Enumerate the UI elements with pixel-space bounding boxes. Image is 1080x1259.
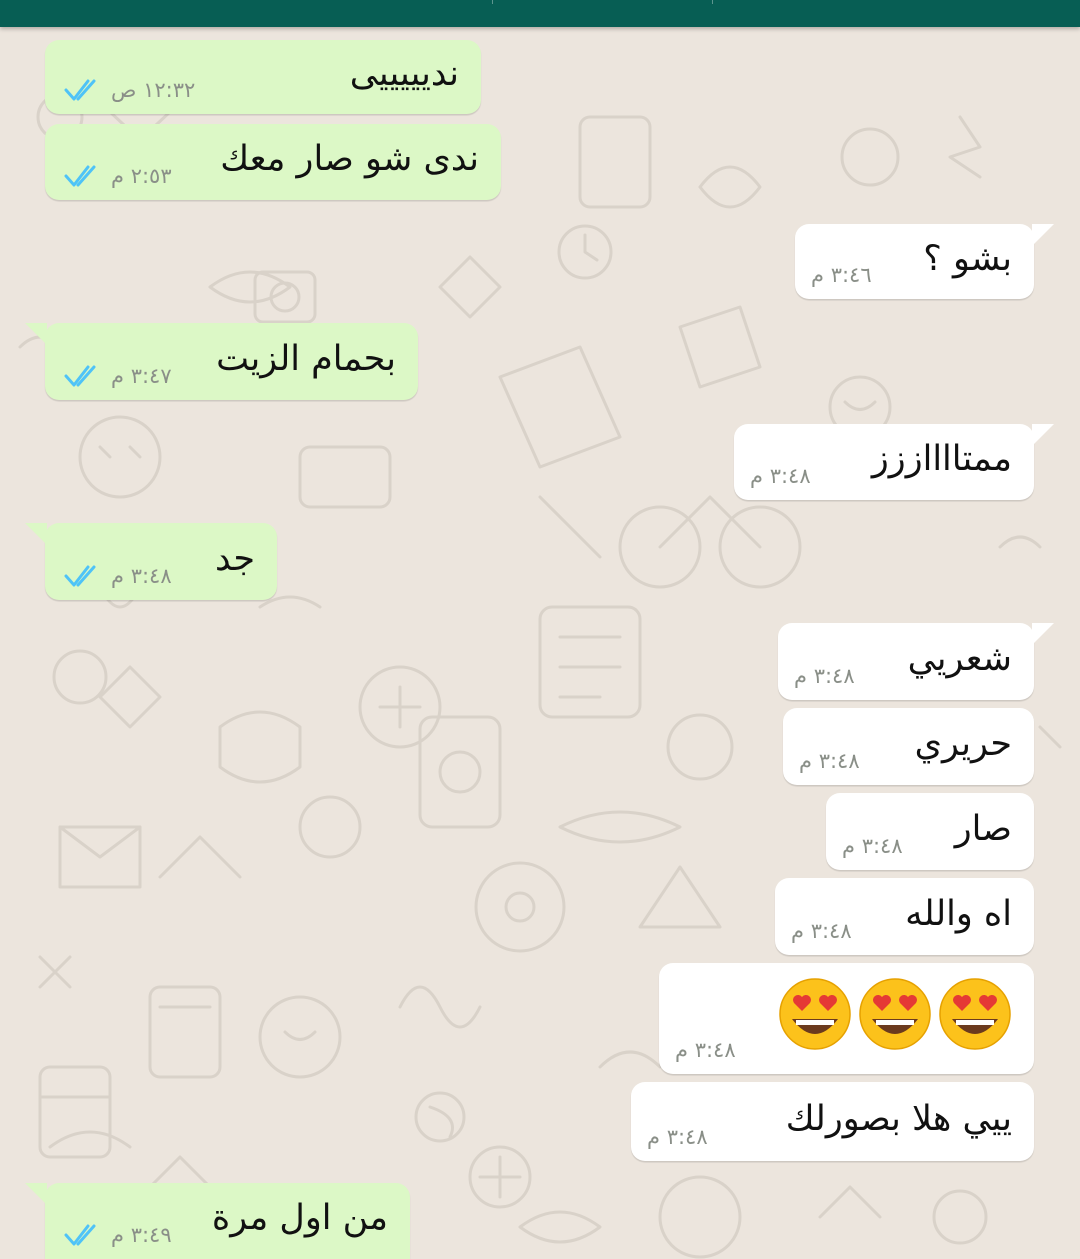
heart-eyes-emoji [779, 978, 851, 1050]
outgoing-message[interactable]: نديييييى ١٢:٣٢ ص [45, 40, 481, 114]
double-check-icon [64, 79, 96, 101]
message-time: ٣:٤٨ م [675, 1038, 736, 1062]
message-time: ٣:٤٨ م [111, 564, 172, 588]
message-time: ٣:٤٦ م [811, 263, 872, 287]
outgoing-message[interactable]: من اول مرة ٣:٤٩ م [25, 1183, 410, 1259]
message-text: جد [214, 538, 255, 579]
message-meta: ٣:٤٨ م [794, 664, 855, 688]
incoming-message[interactable]: شعريي ٣:٤٨ م [778, 623, 1054, 700]
message-text: ممتااااززز [871, 438, 1012, 479]
message-text: اه والله [905, 893, 1012, 934]
incoming-message[interactable]: ممتااااززز ٣:٤٨ م [734, 424, 1054, 500]
message-meta: ٣:٤٨ م [791, 919, 852, 943]
incoming-message[interactable]: ييي هلا بصورلك ٣:٤٨ م [631, 1082, 1034, 1161]
message-time: ٣:٤٨ م [842, 834, 903, 858]
message-text: بشو ؟ [923, 238, 1012, 279]
bubble-tail [1032, 224, 1054, 246]
message-meta: ٣:٤٩ م [63, 1223, 172, 1247]
message-text: نديييييى [349, 53, 459, 94]
message-text: صار [954, 808, 1012, 849]
incoming-message[interactable]: ٣:٤٨ م [659, 963, 1034, 1074]
message-time: ٣:٤٨ م [799, 749, 860, 773]
message-text: من اول مرة [211, 1197, 388, 1238]
message-text: ييي هلا بصورلك [785, 1098, 1012, 1139]
emoji-row [778, 977, 1012, 1051]
outgoing-message[interactable]: جد ٣:٤٨ م [25, 523, 277, 600]
message-time: ٣:٤٨ م [647, 1125, 708, 1149]
message-meta: ١٢:٣٢ ص [63, 78, 195, 102]
chat-header-bar [0, 0, 1080, 27]
heart-eyes-emoji [859, 978, 931, 1050]
message-time: ٣:٤٧ م [111, 364, 172, 388]
message-meta: ٢:٥٣ م [63, 164, 172, 188]
message-text: شعريي [907, 638, 1012, 679]
message-meta: ٣:٤٨ م [675, 1038, 736, 1062]
message-text: حريري [914, 723, 1012, 764]
incoming-message[interactable]: بشو ؟ ٣:٤٦ م [795, 224, 1054, 299]
message-time: ٣:٤٨ م [791, 919, 852, 943]
heart-eyes-emoji [939, 978, 1011, 1050]
message-time: ٣:٤٨ م [750, 464, 811, 488]
message-time: ٣:٤٨ م [794, 664, 855, 688]
message-meta: ٣:٤٨ م [799, 749, 860, 773]
outgoing-message[interactable]: بحمام الزيت ٣:٤٧ م [25, 323, 418, 400]
message-meta: ٣:٤٨ م [63, 564, 172, 588]
bubble-tail [1032, 623, 1054, 645]
incoming-message[interactable]: حريري ٣:٤٨ م [783, 708, 1034, 785]
message-meta: ٣:٤٨ م [647, 1125, 708, 1149]
header-divider [492, 0, 493, 4]
message-time: ١٢:٣٢ ص [111, 78, 196, 102]
header-divider [712, 0, 713, 4]
message-time: ٣:٤٩ م [111, 1223, 172, 1247]
double-check-icon [64, 565, 96, 587]
incoming-message[interactable]: صار ٣:٤٨ م [826, 793, 1034, 870]
message-text: ندى شو صار معك [220, 138, 479, 179]
double-check-icon [64, 165, 96, 187]
bubble-tail [1032, 424, 1054, 446]
outgoing-message[interactable]: ندى شو صار معك ٢:٥٣ م [45, 124, 501, 200]
message-time: ٢:٥٣ م [111, 164, 172, 188]
message-meta: ٣:٤٦ م [811, 263, 872, 287]
double-check-icon [64, 1224, 96, 1246]
message-meta: ٣:٤٨ م [750, 464, 811, 488]
bubble-tail [25, 523, 47, 545]
double-check-icon [64, 365, 96, 387]
bubble-tail [25, 323, 47, 345]
incoming-message[interactable]: اه والله ٣:٤٨ م [775, 878, 1034, 955]
message-meta: ٣:٤٧ م [63, 364, 172, 388]
bubble-tail [25, 1183, 47, 1205]
message-meta: ٣:٤٨ م [842, 834, 903, 858]
message-text: بحمام الزيت [216, 338, 396, 379]
